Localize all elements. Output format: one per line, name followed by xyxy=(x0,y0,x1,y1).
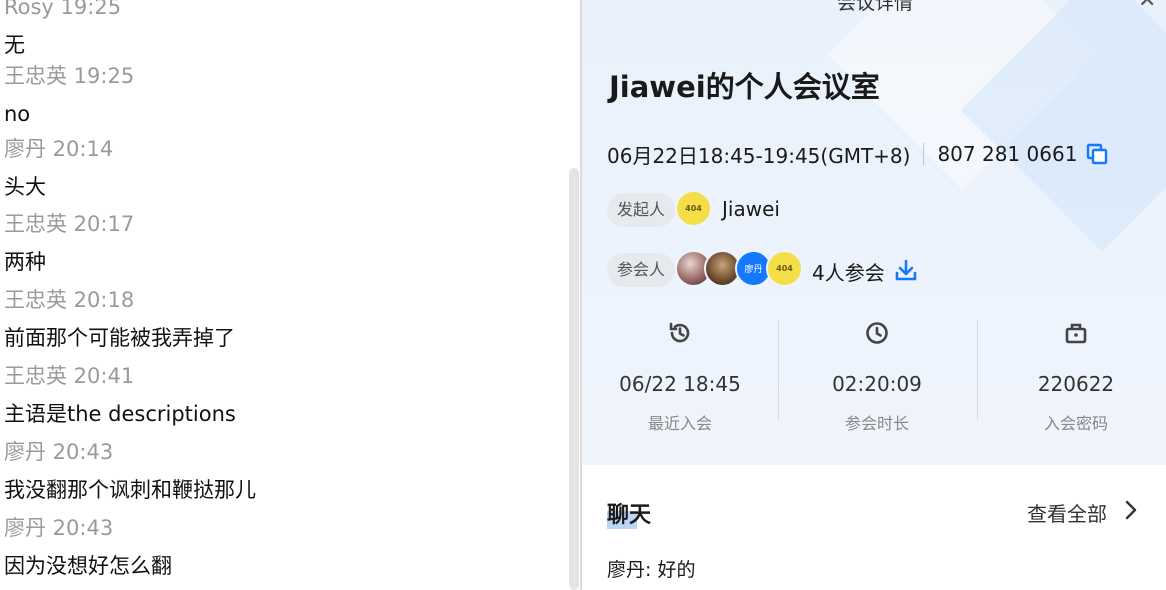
message-text[interactable]: 头大 xyxy=(4,168,113,206)
message-sender-time: 廖丹 20:14 xyxy=(4,137,114,161)
stat-value: 02:20:09 xyxy=(832,372,922,396)
host-name: Jiawei xyxy=(722,197,780,221)
stat-value: 06/22 18:45 xyxy=(619,372,741,396)
message-text[interactable]: 两种 xyxy=(4,243,134,281)
message-sender-time: 王忠英 20:18 xyxy=(4,288,135,312)
message-text[interactable]: 我没翻那个讽刺和鞭挞那儿 xyxy=(4,471,256,509)
participant-count[interactable]: 4人参会 xyxy=(812,257,885,286)
chat-message: 王忠英 20:18 前面那个可能被我弄掉了 xyxy=(4,281,235,357)
host-tag: 发起人 xyxy=(607,193,676,227)
copy-icon[interactable] xyxy=(1085,142,1109,166)
message-text[interactable]: no xyxy=(4,95,134,133)
participants-tag: 参会人 xyxy=(607,253,676,287)
message-sender-time: 王忠英 19:25 xyxy=(4,64,135,88)
avatar[interactable]: 404 xyxy=(675,190,712,227)
stat-label: 入会密码 xyxy=(1043,414,1108,433)
message-sender-time: 廖丹 20:43 xyxy=(4,440,114,464)
meeting-detail-panel: 会议详情 ✕ Jiawei的个人会议室 06月22日18:45-19:45(GM… xyxy=(582,0,1166,590)
chat-section: 聊天 查看全部 廖丹: 好的 xyxy=(582,465,1166,590)
meeting-time-range: 06月22日18:45-19:45(GMT+8) xyxy=(607,143,911,168)
clock-icon xyxy=(779,318,975,348)
close-icon[interactable]: ✕ xyxy=(1138,0,1156,13)
stat-label: 最近入会 xyxy=(647,414,712,433)
history-icon xyxy=(582,318,778,348)
chat-message: 廖丹 20:14 头大 xyxy=(4,130,113,206)
stat-label: 参会时长 xyxy=(844,414,909,433)
chevron-right-icon[interactable] xyxy=(1123,498,1139,526)
message-text[interactable]: 主语是the descriptions xyxy=(4,395,236,433)
chat-section-title: 聊天 xyxy=(607,503,652,528)
stat-value[interactable]: 220622 xyxy=(978,372,1166,396)
see-all-link[interactable]: 查看全部 xyxy=(1027,498,1107,527)
chat-scrollbar[interactable] xyxy=(569,168,579,590)
meeting-room-title: Jiawei的个人会议室 xyxy=(609,70,880,104)
meeting-id: 807 281 0661 xyxy=(937,142,1078,166)
chat-message: 廖丹 20:43 因为没想好怎么翻 xyxy=(4,509,172,585)
message-sender-time: 王忠英 20:17 xyxy=(4,212,135,236)
chat-message: 王忠英 20:41 主语是the descriptions xyxy=(4,357,236,433)
message-sender-time: Rosy 19:25 xyxy=(4,0,122,19)
app-root: Rosy 19:25 无 王忠英 19:25 no 廖丹 20:14 头大 王忠… xyxy=(0,0,1166,590)
chat-message: 王忠英 20:17 两种 xyxy=(4,205,134,281)
panel-header-title: 会议详情 xyxy=(837,0,914,14)
download-icon[interactable] xyxy=(894,258,918,286)
stat-password: 220622 入会密码 xyxy=(978,318,1166,434)
chat-last-message[interactable]: 廖丹: 好的 xyxy=(607,555,695,582)
stat-last-join: 06/22 18:45 最近入会 xyxy=(582,318,778,434)
message-text[interactable]: 前面那个可能被我弄掉了 xyxy=(4,319,235,357)
chat-message: 王忠英 19:25 no xyxy=(4,57,134,133)
stat-duration: 02:20:09 参会时长 xyxy=(779,318,975,434)
message-sender-time: 廖丹 20:43 xyxy=(4,516,114,540)
chat-message: Rosy 19:25 无 xyxy=(4,0,121,64)
message-text[interactable]: 因为没想好怎么翻 xyxy=(4,547,172,585)
chat-message: 廖丹 20:43 我没翻那个讽刺和鞭挞那儿 xyxy=(4,433,256,509)
avatar[interactable]: 404 xyxy=(766,250,803,287)
separator xyxy=(923,143,925,165)
meeting-time-row: 06月22日18:45-19:45(GMT+8) 807 281 0661 xyxy=(607,140,1109,168)
message-sender-time: 王忠英 20:41 xyxy=(4,364,135,388)
lock-icon xyxy=(978,318,1166,348)
chat-history-panel[interactable]: Rosy 19:25 无 王忠英 19:25 no 廖丹 20:14 头大 王忠… xyxy=(0,0,581,590)
